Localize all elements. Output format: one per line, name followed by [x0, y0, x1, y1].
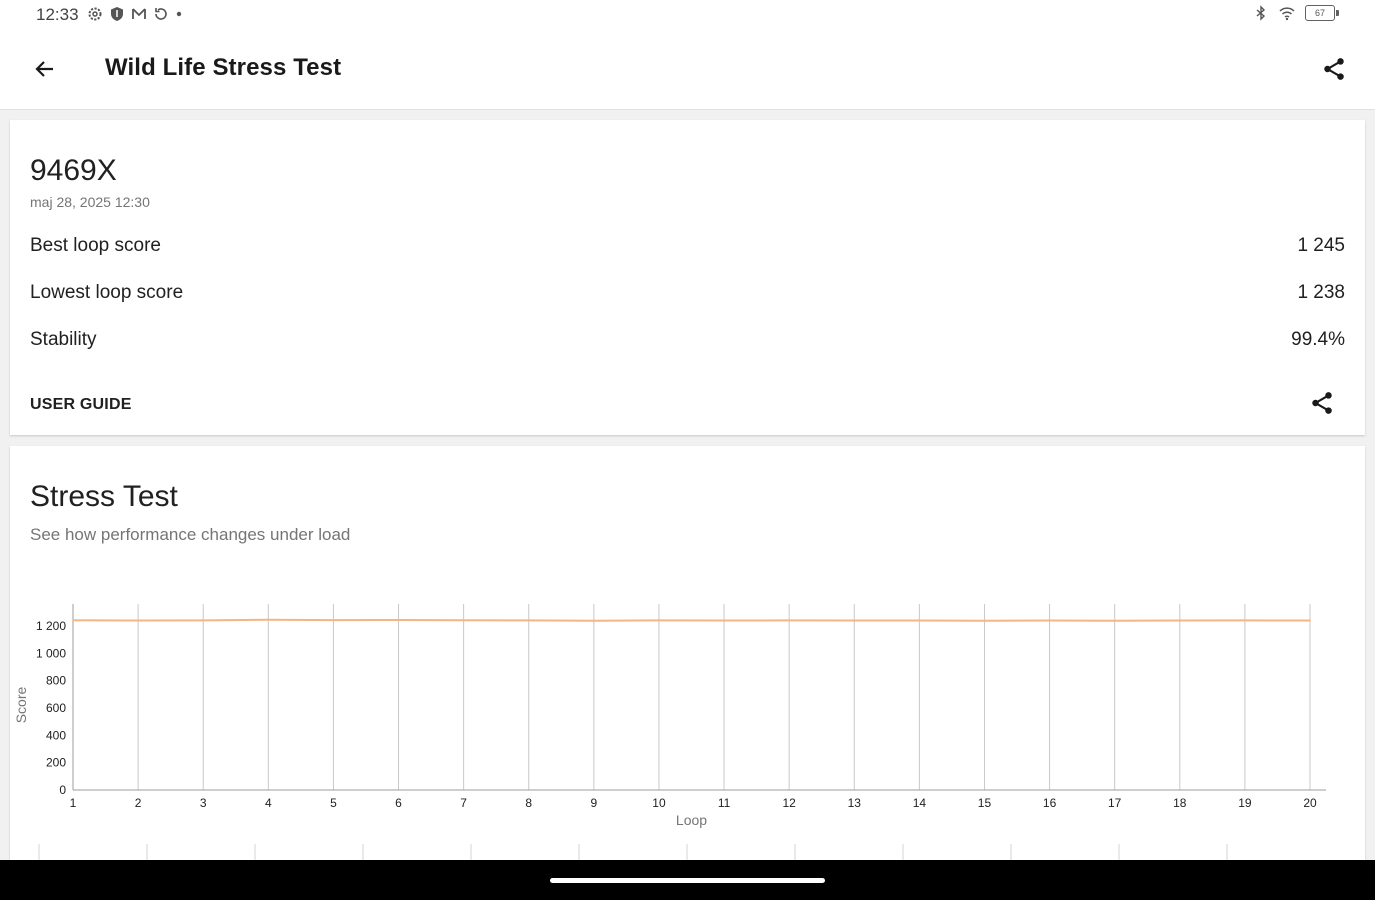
data-point — [658, 619, 660, 622]
row-value: 1 245 — [1297, 235, 1345, 256]
data-point — [397, 619, 400, 621]
y-tick-label: 200 — [46, 756, 66, 770]
settings-icon — [88, 7, 102, 21]
data-point — [527, 619, 530, 622]
data-point — [462, 619, 465, 622]
stress-test-chart: 02004006008001 0001 2001 2 3 4 5 6 7 8 9 10 11 12 13… — [13, 604, 1326, 860]
app-bar: Wild Life Stress Test — [0, 30, 1375, 110]
shield-icon — [111, 7, 123, 21]
data-point — [1309, 619, 1311, 622]
row-value: 99.4% — [1291, 329, 1345, 350]
y-tick-label: 400 — [46, 728, 66, 742]
data-point — [267, 619, 270, 621]
row-label: Best loop score — [30, 235, 161, 256]
data-point — [593, 619, 595, 622]
data-point — [1113, 620, 1116, 622]
x-tick-label: 8 — [525, 796, 532, 810]
arrow-back-icon — [35, 61, 53, 77]
home-gesture-handle[interactable] — [550, 878, 825, 883]
result-date: maj 28, 2025 12:30 — [30, 194, 150, 210]
x-tick-label: 14 — [913, 796, 927, 810]
y-axis-title: Score — [13, 687, 29, 724]
share-icon — [1312, 392, 1332, 414]
y-tick-label: 1 200 — [36, 619, 66, 633]
back-button[interactable] — [28, 52, 62, 86]
x-tick-label: 1 — [70, 796, 77, 810]
x-tick-label: 10 — [652, 796, 666, 810]
y-tick-label: 600 — [46, 701, 66, 715]
share-button[interactable] — [1317, 52, 1351, 86]
battery-icon: 67 — [1305, 5, 1339, 21]
dot-icon — [176, 11, 182, 17]
data-point — [1244, 619, 1246, 622]
row-value: 1 238 — [1297, 282, 1345, 303]
data-point — [137, 619, 139, 622]
x-tick-label: 4 — [265, 796, 272, 810]
data-point — [918, 619, 921, 622]
result-card: 9469X maj 28, 2025 12:30 Best loop score… — [10, 120, 1365, 435]
user-guide-button[interactable]: USER GUIDE — [30, 396, 132, 414]
stability-row: Stability 99.4% — [30, 329, 1345, 351]
series-line — [72, 618, 1311, 622]
data-point — [202, 619, 205, 622]
x-tick-label: 16 — [1043, 796, 1057, 810]
data-point — [788, 619, 790, 622]
x-tick-label: 19 — [1238, 796, 1252, 810]
data-point — [332, 619, 335, 621]
data-point — [1178, 619, 1181, 622]
x-tick-label: 2 — [135, 796, 142, 810]
status-bar: 12:33 67 — [0, 0, 1375, 30]
y-tick-label: 800 — [46, 674, 66, 688]
x-tick-label: 3 — [200, 796, 207, 810]
wifi-icon — [1279, 7, 1295, 21]
page-title: Wild Life Stress Test — [105, 54, 342, 81]
x-tick-label: 20 — [1303, 796, 1317, 810]
x-tick-label: 17 — [1108, 796, 1122, 810]
lowest-loop-row: Lowest loop score 1 238 — [30, 282, 1345, 304]
data-point — [723, 619, 725, 622]
x-tick-label: 15 — [978, 796, 992, 810]
x-tick-label: 13 — [848, 796, 862, 810]
share-result-button[interactable] — [1307, 388, 1337, 418]
x-tick-label: 9 — [590, 796, 597, 810]
bluetooth-icon — [1256, 5, 1266, 21]
x-tick-label: 7 — [460, 796, 467, 810]
data-point — [983, 619, 986, 622]
data-point — [72, 619, 74, 622]
stress-test-card: Stress Test See how performance changes … — [10, 446, 1365, 860]
gmail-icon — [132, 8, 146, 19]
x-tick-label: 6 — [395, 796, 402, 810]
x-axis-title: Loop — [676, 812, 707, 828]
data-point — [1048, 619, 1051, 622]
y-tick-label: 0 — [59, 783, 66, 797]
x-tick-label: 18 — [1173, 796, 1187, 810]
y-tick-label: 1 000 — [36, 646, 66, 660]
score-value: 9469X — [30, 154, 117, 187]
x-tick-label: 11 — [718, 796, 731, 810]
row-label: Lowest loop score — [30, 282, 184, 303]
share-icon — [1324, 58, 1344, 80]
status-time: 12:33 — [36, 5, 79, 24]
row-label: Stability — [30, 329, 97, 350]
sync-icon — [155, 8, 167, 20]
x-tick-label: 5 — [330, 796, 337, 810]
best-loop-row: Best loop score 1 245 — [30, 235, 1345, 257]
navigation-bar — [0, 860, 1375, 900]
data-point — [853, 619, 856, 622]
x-tick-label: 12 — [782, 796, 796, 810]
